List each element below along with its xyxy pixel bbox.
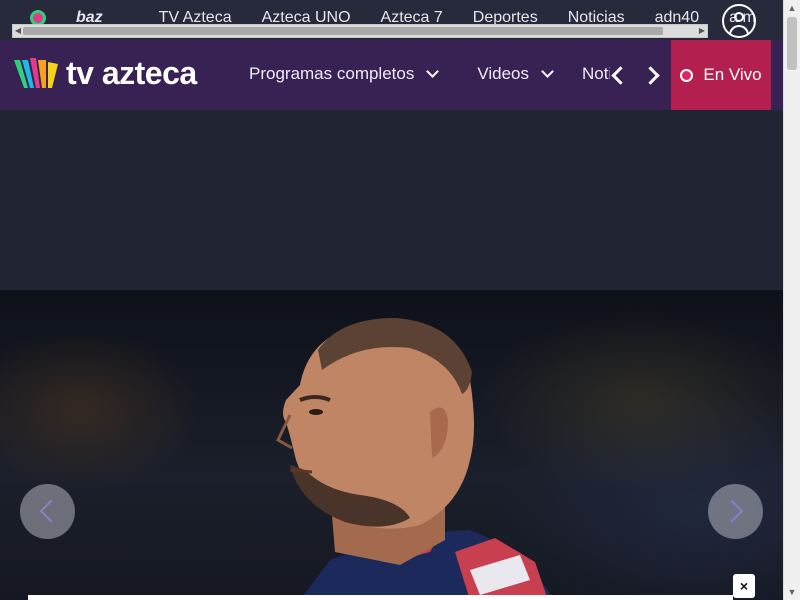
scroll-down-icon[interactable]: ▼ [784, 584, 800, 600]
nav-scroll-next-button[interactable] [641, 62, 663, 88]
nav-items: Programas completos Videos [249, 64, 592, 84]
hero-photo-player[interactable] [0, 290, 783, 600]
close-ad-button[interactable]: × [733, 574, 755, 598]
live-dot-icon [680, 68, 694, 82]
carousel-prev-button[interactable] [20, 484, 75, 539]
main-nav: tv azteca Programas completos Videos Not… [0, 40, 783, 110]
user-icon-body [729, 25, 749, 35]
page-scrollbar[interactable]: ▲ ▼ [783, 0, 800, 600]
user-icon [734, 12, 744, 22]
scroll-left-icon[interactable]: ◀ [13, 25, 23, 37]
hero-carousel[interactable] [0, 290, 783, 600]
ad-slot [0, 110, 783, 290]
network-bar-scroll-thumb[interactable] [23, 27, 663, 35]
logo-wordmark: tv azteca [66, 55, 197, 91]
bottom-ad-banner [28, 595, 733, 600]
en-vivo-button[interactable]: En Vivo [671, 40, 771, 110]
scroll-right-icon[interactable]: ▶ [697, 25, 707, 37]
tv-azteca-logo[interactable]: tv azteca [12, 55, 197, 92]
nav-item-programas-completos[interactable]: Programas completos [249, 64, 440, 84]
chevron-down-icon [426, 65, 440, 78]
nav-item-label: Videos [477, 64, 530, 83]
scroll-up-icon[interactable]: ▲ [784, 0, 800, 16]
en-vivo-label: En Vivo [703, 65, 762, 84]
user-account-button[interactable] [722, 4, 756, 38]
nav-item-label: Programas completos [249, 64, 415, 83]
chevron-down-icon [541, 65, 554, 78]
nav-scroll-prev-button[interactable] [605, 62, 627, 88]
network-bar-scrollbar[interactable]: ◀ ▶ [12, 24, 708, 38]
azteca-logo-icon [14, 57, 58, 88]
network-bar: baz TV Azteca Azteca UNO Azteca 7 Deport… [0, 0, 783, 40]
page-scroll-thumb[interactable] [787, 17, 797, 70]
carousel-next-button[interactable] [708, 484, 763, 539]
nav-item-videos[interactable]: Videos [477, 64, 554, 84]
